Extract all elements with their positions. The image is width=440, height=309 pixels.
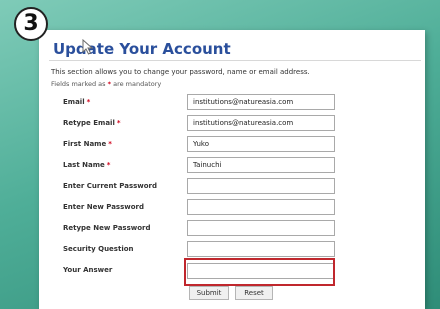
retype-email-field[interactable]: institutions@natureasia.com: [187, 115, 335, 131]
security-question-label: Security Question: [63, 245, 134, 253]
retype-new-password-field[interactable]: [187, 220, 335, 236]
account-form-panel: Update Your Account This section allows …: [39, 30, 425, 309]
current-password-label: Enter Current Password: [63, 182, 158, 190]
retype-new-password-label: Retype New Password: [63, 224, 151, 232]
new-password-label: Enter New Password: [63, 203, 144, 211]
required-star: *: [116, 119, 121, 127]
step-number-badge: 3: [14, 7, 48, 41]
required-star: *: [108, 140, 112, 148]
mandatory-suffix: are mandatory: [113, 80, 162, 88]
email-label: Email *: [63, 98, 91, 106]
your-answer-label: Your Answer: [63, 266, 113, 274]
first-name-field[interactable]: Yuko: [187, 136, 335, 152]
required-star: *: [86, 98, 91, 106]
page-title: Update Your Account: [53, 40, 231, 58]
mandatory-star: *: [107, 80, 112, 88]
security-question-field[interactable]: [187, 241, 335, 257]
reset-button[interactable]: Reset: [235, 286, 273, 300]
last-name-field[interactable]: Tainuchi: [187, 157, 335, 173]
submit-button[interactable]: Submit: [189, 286, 229, 300]
new-password-field[interactable]: [187, 199, 335, 215]
intro-text: This section allows you to change your p…: [51, 68, 310, 76]
retype-email-label: Retype Email *: [63, 119, 121, 127]
mandatory-note: Fields marked as * are mandatory: [51, 80, 161, 88]
answer-highlight-box: [184, 258, 335, 286]
first-name-label: First Name *: [63, 140, 112, 148]
last-name-label: Last Name *: [63, 161, 111, 169]
email-field[interactable]: institutions@natureasia.com: [187, 94, 335, 110]
required-star: *: [106, 161, 111, 169]
current-password-field[interactable]: [187, 178, 335, 194]
title-divider: [49, 60, 421, 61]
mandatory-prefix: Fields marked as: [51, 80, 106, 88]
